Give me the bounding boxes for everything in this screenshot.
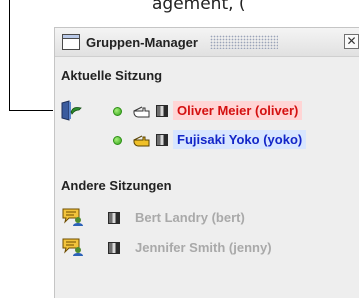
window-title: Gruppen-Manager: [86, 34, 198, 50]
titlebar-grip: [209, 35, 278, 49]
group-manager-window: Gruppen-Manager ✕ Aktuelle Sitzung Olive…: [54, 27, 359, 298]
column-bar-icon: [108, 242, 120, 254]
hand-pointer-icon[interactable]: [133, 132, 151, 148]
online-status-icon: [113, 107, 122, 116]
online-status-icon: [113, 136, 122, 145]
other-sessions-heading: Andere Sitzungen: [61, 178, 172, 193]
user-name-yoko[interactable]: Fujisaki Yoko (yoko): [173, 130, 307, 149]
user-name-bert[interactable]: Bert Landry (bert): [135, 210, 245, 225]
invite-chat-icon[interactable]: [62, 237, 84, 257]
column-bar-icon: [108, 212, 120, 224]
hand-pointer-icon[interactable]: [133, 103, 151, 119]
column-bar-icon: [156, 105, 168, 117]
user-name-oliver[interactable]: Oliver Meier (oliver): [173, 101, 303, 120]
current-session-heading: Aktuelle Sitzung: [61, 68, 163, 83]
user-name-jenny[interactable]: Jennifer Smith (jenny): [135, 240, 272, 255]
invite-chat-icon[interactable]: [62, 207, 84, 227]
titlebar[interactable]: Gruppen-Manager ✕: [55, 28, 359, 57]
callout-line-horizontal: [9, 110, 53, 111]
callout-line-vertical: [9, 0, 10, 111]
column-bar-icon: [156, 134, 168, 146]
top-caption-fragment: agement, (: [152, 0, 246, 14]
window-icon: [62, 34, 80, 50]
door-exit-icon[interactable]: [60, 100, 82, 122]
close-button[interactable]: ✕: [344, 34, 359, 49]
